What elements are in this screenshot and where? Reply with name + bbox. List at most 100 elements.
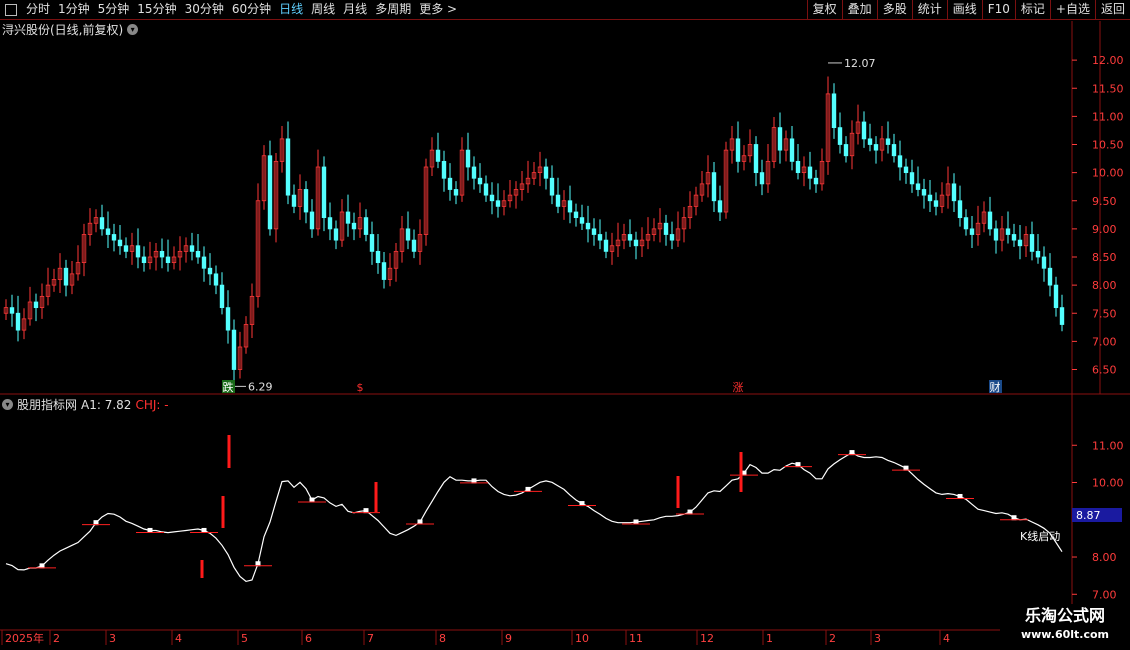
y-tick-label: 12.00 — [1092, 54, 1124, 67]
candle-body — [861, 121, 867, 140]
candle-body — [495, 200, 501, 207]
candle-body — [135, 245, 141, 258]
event-marker-text: 财 — [990, 380, 1001, 394]
candle-body — [777, 127, 783, 151]
candle-body — [969, 228, 975, 235]
y-tick-label: 8.00 — [1092, 279, 1117, 292]
stock-chart-window: 分时 1分钟 5分钟 15分钟 30分钟 60分钟 日线 周线 月线 多周期 更多 > 复权 叠加 多股… — [0, 0, 1130, 650]
candle-body — [303, 189, 309, 213]
date-tick-label: 4 — [175, 632, 182, 645]
date-tick-label: 4 — [943, 632, 950, 645]
candle-body — [927, 194, 933, 202]
y-tick-label: 7.50 — [1092, 307, 1117, 320]
y-tick-label: 7.00 — [1092, 335, 1117, 348]
candle-body — [933, 200, 939, 207]
candle-body — [309, 211, 315, 230]
indicator-title-bar: ▾ 股朋指标网 A1: 7.82 CHJ: - — [2, 396, 169, 413]
date-tick-label: 2 — [53, 632, 60, 645]
candle-body — [663, 222, 669, 235]
date-tick-label: 12 — [700, 632, 714, 645]
candle-body — [1059, 307, 1065, 325]
candle-body — [453, 189, 459, 196]
candle-body — [159, 250, 165, 258]
chevron-down-icon[interactable]: ▾ — [2, 399, 13, 410]
candle-body — [807, 166, 813, 179]
current-value-text: 8.87 — [1076, 509, 1101, 522]
date-tick-label: 2025年 — [5, 631, 44, 645]
candle-body — [165, 256, 171, 264]
y-tick-label: 11.50 — [1092, 82, 1124, 95]
candle-body — [1035, 250, 1041, 258]
candle-body — [633, 239, 639, 247]
y-tick-label: 9.50 — [1092, 195, 1117, 208]
candle-body — [117, 239, 123, 247]
candle-body — [465, 149, 471, 168]
candle-body — [141, 256, 147, 264]
y-tick-label: 8.50 — [1092, 251, 1117, 264]
candle-body — [435, 149, 441, 162]
date-tick-label: 8 — [439, 632, 446, 645]
date-tick-label: 3 — [109, 632, 116, 645]
date-tick-label: 11 — [629, 632, 643, 645]
candle-body — [291, 194, 297, 207]
candle-body — [891, 144, 897, 157]
indicator-y-tick-label: 11.00 — [1092, 439, 1124, 452]
indicator-y-tick-label: 8.00 — [1092, 551, 1117, 564]
candle-body — [837, 127, 843, 145]
candle-body — [843, 144, 849, 157]
candle-body — [447, 177, 453, 190]
indicator-y-tick-label: 10.00 — [1092, 477, 1124, 490]
date-tick-label: 7 — [367, 632, 374, 645]
high-price-label: 12.07 — [844, 57, 876, 70]
event-marker-text: 跌 — [223, 380, 234, 394]
candle-body — [441, 160, 447, 179]
candle-body — [333, 228, 339, 241]
candle-body — [993, 228, 999, 241]
candle-body — [573, 211, 579, 219]
candle-body — [105, 228, 111, 235]
event-marker-text: 涨 — [733, 381, 744, 394]
candle-body — [111, 234, 117, 241]
candle-body — [231, 329, 237, 370]
candle-body — [549, 177, 555, 196]
candle-body — [375, 250, 381, 264]
indicator-a1-value: A1: 7.82 — [81, 397, 132, 412]
candle-body — [1029, 234, 1035, 252]
candle-body — [903, 166, 909, 174]
candle-body — [711, 172, 717, 202]
candle-body — [123, 245, 129, 252]
candle-body — [1041, 256, 1047, 269]
candle-body — [405, 228, 411, 241]
candle-body — [627, 234, 633, 241]
candle-body — [369, 234, 375, 252]
candle-body — [921, 189, 927, 196]
candle-body — [591, 228, 597, 235]
indicator-line — [5, 451, 1063, 583]
candle-body — [873, 144, 879, 151]
y-tick-label: 6.50 — [1092, 364, 1117, 377]
candle-body — [555, 194, 561, 207]
candle-body — [603, 239, 609, 252]
candle-body — [381, 262, 387, 280]
date-tick-label: 9 — [505, 632, 512, 645]
indicator-y-tick-label: 7.00 — [1092, 588, 1117, 601]
candle-body — [597, 234, 603, 241]
candle-body — [579, 217, 585, 224]
candle-body — [483, 183, 489, 196]
candle-body — [717, 200, 723, 213]
candle-body — [477, 177, 483, 185]
candle-body — [411, 239, 417, 252]
watermark: 乐淘公式网 www.60lt.com — [1000, 604, 1130, 650]
candle-body — [1005, 228, 1011, 235]
candle-body — [345, 211, 351, 224]
y-tick-label: 10.00 — [1092, 167, 1124, 180]
candle-body — [669, 234, 675, 241]
candle-body — [327, 217, 333, 230]
chart-canvas[interactable]: 12.00 11.50 11.00 10.50 10.00 9.50 9.00 8.50 8.0… — [0, 0, 1130, 650]
candle-body — [543, 166, 549, 179]
candle-body — [789, 138, 795, 162]
candle-body — [351, 222, 357, 230]
date-tick-label: 3 — [874, 632, 881, 645]
indicator-name[interactable]: 股朋指标网 — [17, 396, 77, 413]
date-tick-label: 6 — [305, 632, 312, 645]
